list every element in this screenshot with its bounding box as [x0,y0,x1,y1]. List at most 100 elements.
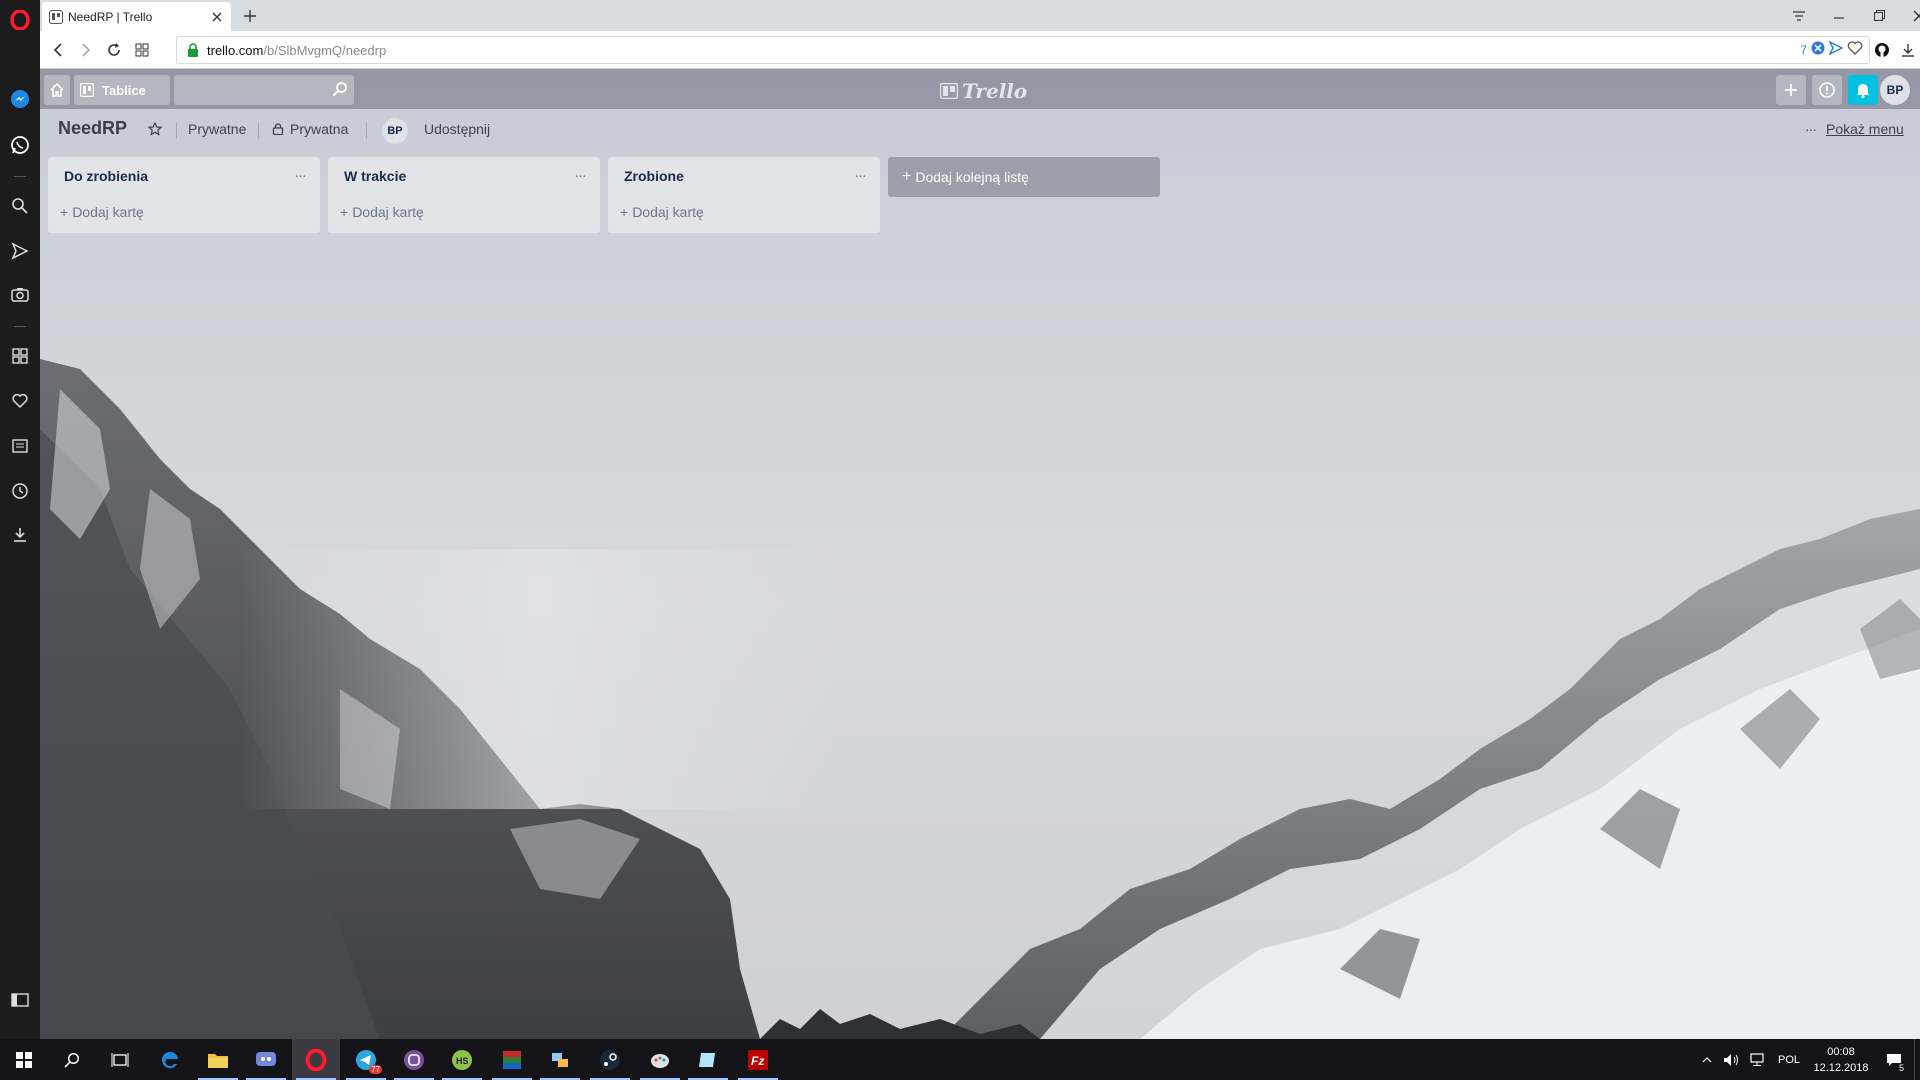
add-list-label: Dodaj kolejną listę [915,169,1029,185]
paint-app-icon[interactable] [636,1039,684,1080]
more-dots-icon: ··· [1805,121,1817,137]
create-button[interactable] [1776,75,1806,105]
add-card-label: Dodaj kartę [352,204,424,220]
task-view-icon[interactable] [96,1039,144,1080]
volume-icon[interactable] [1718,1053,1744,1067]
viber-icon[interactable] [390,1039,438,1080]
tab-close-icon[interactable] [207,7,227,27]
browser-tab[interactable]: NeedRP | Trello [42,2,231,31]
boards-button[interactable]: Tablice [74,75,170,105]
tab-title: NeedRP | Trello [68,9,153,24]
language-indicator[interactable]: POL [1770,1054,1808,1066]
share-button[interactable]: Udostępnij [424,121,490,137]
board-header: NeedRP Prywatne Prywatna BP Udostępnij ·… [40,109,1920,151]
show-desktop-button[interactable] [1914,1039,1920,1080]
edge-icon[interactable] [146,1039,194,1080]
show-menu-label: Pokaż menu [1826,121,1904,137]
list-title[interactable]: Zrobione [624,168,684,184]
add-card-label: Dodaj kartę [72,204,144,220]
add-card-button[interactable]: + Dodaj kartę [616,200,704,224]
clock[interactable]: 00:08 12.12.2018 [1808,1044,1874,1076]
telegram-icon[interactable]: 77 [342,1039,390,1080]
plus-icon [1785,84,1797,96]
boards-icon [80,83,94,97]
forward-icon[interactable] [74,38,98,62]
file-explorer-icon[interactable] [194,1039,242,1080]
show-menu-button[interactable]: ··· Pokaż menu [1805,121,1904,137]
list-menu-icon[interactable]: ··· [848,163,872,187]
info-button[interactable] [1812,75,1842,105]
history-clock-icon[interactable] [0,476,40,506]
background-mountain-image [40,359,1920,1039]
add-card-button[interactable]: + Dodaj kartę [56,200,144,224]
github-extension-icon[interactable] [1870,38,1894,62]
sidebar-toggle-icon[interactable] [0,985,40,1015]
whatsapp-icon[interactable] [0,130,40,160]
bookmark-heart-icon[interactable] [1847,41,1863,58]
list-w-trakcie: W trakcie ··· + Dodaj kartę [328,157,600,233]
notification-count: 5 [1896,1063,1906,1073]
search-input[interactable] [174,75,324,105]
board-member-avatar[interactable]: BP [382,118,408,144]
hotspot-shield-icon[interactable]: HS [438,1039,486,1080]
start-icon[interactable] [0,1039,48,1080]
svg-text:HS: HS [456,1056,469,1066]
ad-blocker-icon[interactable] [1811,41,1825,58]
search-icon[interactable] [48,1039,96,1080]
speed-dial-icon[interactable] [0,341,40,371]
search-icon[interactable] [332,81,348,102]
news-icon[interactable] [0,431,40,461]
download-icon[interactable] [1896,38,1920,62]
bookmarks-heart-icon[interactable] [0,386,40,416]
search-box[interactable] [174,75,354,105]
discord-icon[interactable] [242,1039,290,1080]
new-tab-icon[interactable] [238,4,262,28]
winrar-icon[interactable] [488,1039,536,1080]
home-button[interactable] [44,75,70,105]
flow-send-icon[interactable] [1828,40,1844,58]
snapshot-camera-icon[interactable] [0,280,40,310]
opera-menu-icon[interactable] [0,5,40,35]
tracker-badge-count: 7 [1800,42,1807,57]
opera-icon[interactable] [292,1039,340,1080]
home-icon [50,83,64,97]
url-field[interactable]: trello.com/b/SlbMvgmQ/needrp 7 [176,36,1870,64]
add-card-button[interactable]: + Dodaj kartę [336,200,424,224]
add-list-button[interactable]: + Dodaj kolejną listę [888,157,1160,197]
action-center-icon[interactable]: 5 [1874,1039,1914,1080]
search-icon[interactable] [0,191,40,221]
notifications-button[interactable] [1848,75,1878,105]
list-menu-icon[interactable]: ··· [288,163,312,187]
team-label[interactable]: Prywatne [188,121,246,137]
trello-logo-text: Trello [962,79,1028,103]
list-zrobione: Zrobione ··· + Dodaj kartę [608,157,880,233]
boards-label: Tablice [102,82,146,98]
windows-taskbar: 77 HS Fz POL 00:08 12.12.2018 5 [0,1039,1920,1080]
trello-logo[interactable]: Trello [940,79,1027,103]
flow-send-icon[interactable] [0,236,40,266]
visibility-button[interactable]: Prywatna [272,121,348,137]
show-hidden-icons-icon[interactable] [1696,1056,1718,1063]
list-title[interactable]: Do zrobienia [64,168,148,184]
board-title[interactable]: NeedRP [58,118,127,139]
steam-icon[interactable] [586,1039,634,1080]
network-icon[interactable] [1744,1052,1770,1067]
back-icon[interactable] [46,38,70,62]
clock-date: 12.12.2018 [1813,1061,1869,1074]
reload-icon[interactable] [102,38,126,62]
messenger-icon[interactable] [0,84,40,114]
notes-app-icon[interactable] [684,1039,732,1080]
add-card-label: Dodaj kartę [632,204,704,220]
url-host: trello.com [207,42,264,58]
close-window-icon[interactable] [1896,0,1920,31]
downloads-icon[interactable] [0,520,40,550]
list-menu-icon[interactable]: ··· [568,163,592,187]
avatar[interactable]: BP [1880,75,1910,105]
speed-dial-grid-icon[interactable] [130,38,154,62]
list-title[interactable]: W trakcie [344,168,406,184]
star-board-icon[interactable] [148,122,162,136]
url-path: /b/SlbMvgmQ/needrp [263,42,387,58]
filezilla-icon[interactable]: Fz [734,1039,782,1080]
plus-icon: + [340,204,349,220]
network-app-icon[interactable] [536,1039,584,1080]
